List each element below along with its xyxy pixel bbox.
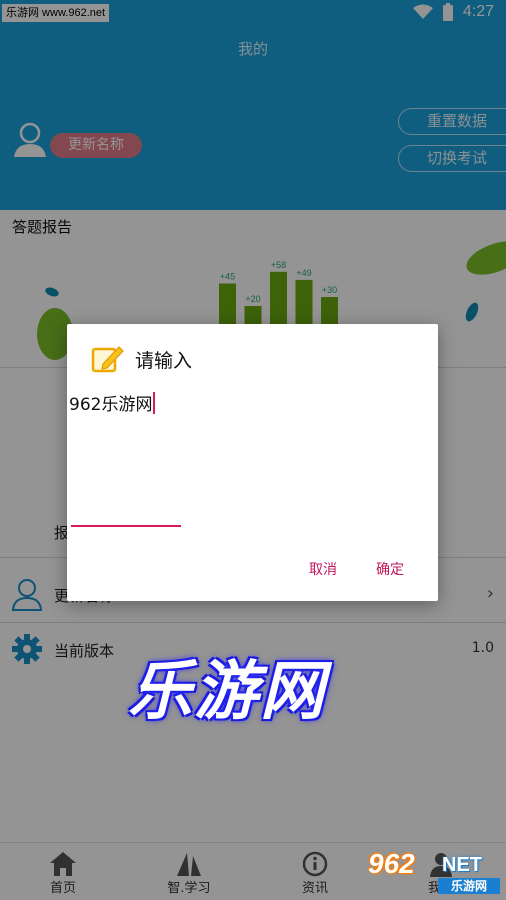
text-cursor <box>153 392 156 414</box>
edit-note-icon <box>91 344 125 374</box>
input-value: 962乐游网 <box>69 395 153 415</box>
dialog-title: 请输入 <box>135 350 193 372</box>
input-dialog: 请输入 962乐游网 取消 确定 <box>67 324 438 601</box>
watermark-site-logo: 962 NET 乐游网 <box>364 848 502 896</box>
logo-net: NET <box>442 854 482 876</box>
confirm-button[interactable]: 确定 <box>376 559 404 579</box>
cancel-button[interactable]: 取消 <box>309 559 337 579</box>
watermark-logo-text: 乐游网 <box>128 654 326 729</box>
input-underline <box>71 525 181 527</box>
logo-number: 962 <box>368 848 415 879</box>
logo-cn: 乐游网 <box>438 878 500 894</box>
dialog-text-input[interactable]: 962乐游网 <box>69 390 369 415</box>
